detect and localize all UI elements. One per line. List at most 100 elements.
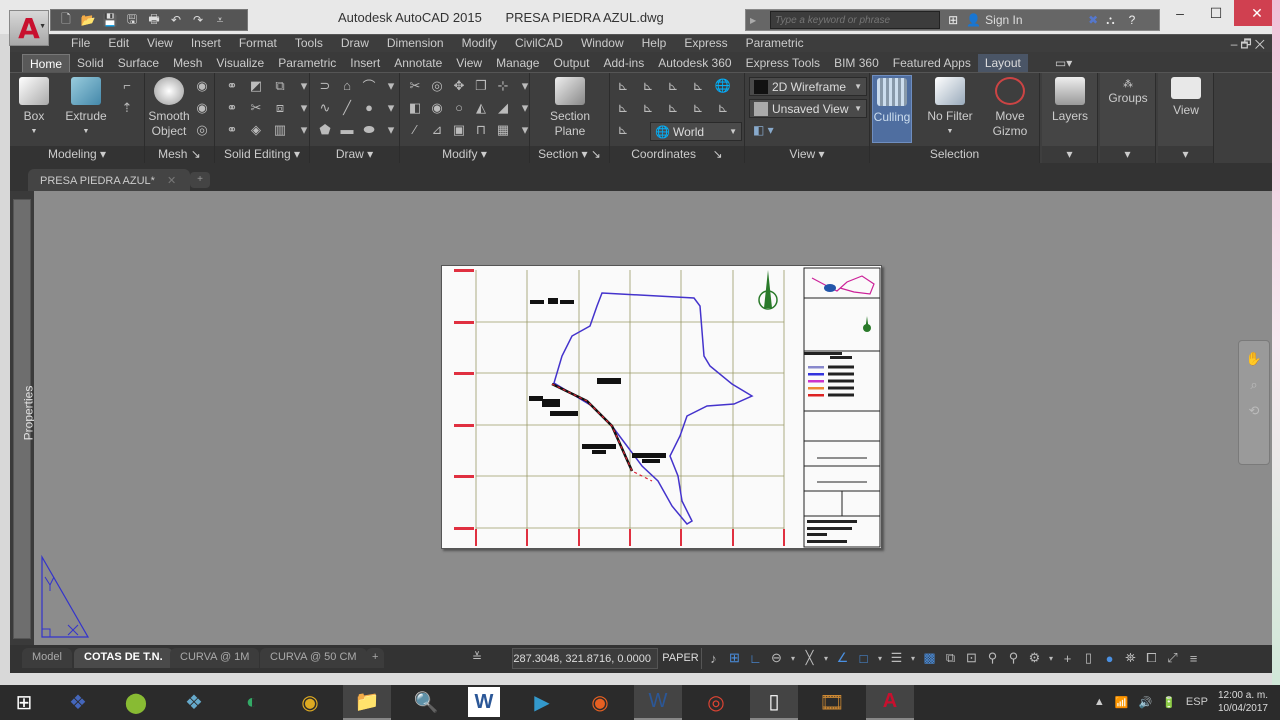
taskbar-firefox-icon[interactable]: ◉ xyxy=(576,685,624,720)
polyline-icon[interactable]: ⊃ xyxy=(316,77,334,94)
panel-title-solid-editing[interactable]: Solid Editing ▾ xyxy=(215,146,309,163)
taskbar-chrome-icon[interactable]: ◎ xyxy=(692,685,740,720)
groups-expand-icon[interactable]: ▾ xyxy=(1100,146,1155,163)
offset-edge-icon[interactable]: ⧉ xyxy=(271,77,289,94)
extract-edges-icon[interactable]: ◩ xyxy=(247,77,265,94)
annotation-monitor-icon[interactable]: + xyxy=(1060,651,1075,666)
polygon-icon[interactable]: ⬟ xyxy=(316,121,334,138)
hardware-acceleration-icon[interactable]: ⛯ xyxy=(1123,650,1138,666)
binoculars-icon[interactable]: ⊞ xyxy=(948,13,958,27)
network-icon[interactable]: 📶 xyxy=(1115,696,1129,709)
dropdown-icon[interactable]: ▾ xyxy=(823,654,829,663)
menu-tools[interactable]: Tools xyxy=(286,36,332,50)
lineweight-icon[interactable]: ☰ xyxy=(889,650,904,666)
orbit-icon[interactable]: ⟲ xyxy=(1239,403,1269,419)
isodraft-icon[interactable]: ╳ xyxy=(802,650,817,666)
visual-style-dropdown[interactable]: 2D Wireframe ▼ xyxy=(749,77,867,96)
array-icon[interactable]: ▦ xyxy=(494,121,512,138)
trim-icon[interactable]: ✂ xyxy=(406,77,424,94)
line-icon[interactable]: ╱ xyxy=(338,99,356,116)
dropdown-icon[interactable]: ▾ xyxy=(910,654,916,663)
language-indicator[interactable]: ESP xyxy=(1186,696,1208,708)
new-tab-button[interactable]: + xyxy=(190,172,210,188)
layout-tab-curva-1m[interactable]: CURVA @ 1M xyxy=(170,648,260,668)
exchange-apps-icon[interactable]: ✖ xyxy=(1088,13,1098,27)
help-icon[interactable]: ? xyxy=(1129,13,1136,27)
layers-button[interactable]: Layers xyxy=(1046,77,1094,124)
panel-title-mesh[interactable]: Mesh ↘ xyxy=(145,146,214,163)
subtract-icon[interactable]: ⚭ xyxy=(223,99,241,116)
smooth-object-button[interactable]: Smooth Object xyxy=(147,77,191,139)
copy-icon[interactable]: ❐ xyxy=(472,77,490,94)
start-button[interactable]: ⊞ xyxy=(0,685,48,720)
menu-parametric[interactable]: Parametric xyxy=(737,36,813,50)
tab-bim-360[interactable]: BIM 360 xyxy=(827,54,886,72)
panel-title-coordinates[interactable]: Coordinates ↘ xyxy=(610,146,744,163)
navigation-bar[interactable]: ✋ ⌕ ⟲ xyxy=(1238,340,1270,465)
erase-icon[interactable]: ∕ xyxy=(406,121,424,138)
taskbar-file-explorer-icon[interactable]: 📁 xyxy=(343,685,391,720)
open-folder-icon[interactable]: 📂 xyxy=(79,13,97,27)
layout-menu-icon[interactable]: ≚ xyxy=(472,650,482,664)
ucs-icon[interactable]: ⊾ xyxy=(614,77,632,94)
ucs-previous-icon[interactable]: ⊾ xyxy=(639,99,657,116)
save-as-icon[interactable]: 🖫 xyxy=(123,10,141,31)
add-layout-button[interactable]: + xyxy=(366,648,385,668)
tab-annotate[interactable]: Annotate xyxy=(387,54,449,72)
panel-groups[interactable]: ⁂ Groups ▾ xyxy=(1100,73,1156,163)
properties-palette[interactable]: Properties xyxy=(10,191,35,645)
ucs-view-icon[interactable]: ⊾ xyxy=(639,77,657,94)
panel-title-selection[interactable]: Selection xyxy=(870,146,1039,163)
offset-icon[interactable]: ⊓ xyxy=(472,121,490,138)
tab-layout[interactable]: Layout xyxy=(977,54,1028,72)
pan-icon[interactable]: ✋ xyxy=(1239,351,1269,367)
rotate-icon[interactable]: ○ xyxy=(450,99,468,116)
tab-view[interactable]: View xyxy=(449,54,489,72)
auto-scale-icon[interactable]: ⚲ xyxy=(1006,650,1021,666)
taskbar-app-globe-icon[interactable]: ◐ xyxy=(228,685,276,720)
ucs-3point-icon[interactable]: ⊾ xyxy=(689,99,707,116)
hatch-icon[interactable]: ⌂ xyxy=(338,77,356,94)
ucs-icon-properties[interactable]: ⊾ xyxy=(614,121,632,138)
viewport-config-icon[interactable]: ◧ ▾ xyxy=(753,123,774,137)
close-tab-icon[interactable]: ✕ xyxy=(167,175,176,187)
ucs-zaxis-icon[interactable]: ⊾ xyxy=(714,99,732,116)
customize-qat-icon[interactable]: ⩡ xyxy=(211,13,229,28)
menu-file[interactable]: File xyxy=(62,36,99,50)
tab-insert[interactable]: Insert xyxy=(343,54,387,72)
explode-icon[interactable]: ⊹ xyxy=(494,77,512,94)
zoom-icon[interactable]: ⌕ xyxy=(1239,377,1269,393)
search-input[interactable] xyxy=(770,11,941,29)
menu-express[interactable]: Express xyxy=(675,36,736,50)
taskbar-app-sketchup-icon[interactable]: ❖ xyxy=(170,685,218,720)
align3d-icon[interactable]: ◉ xyxy=(428,99,446,116)
culling-button[interactable]: Culling xyxy=(872,75,912,143)
sign-in-button[interactable]: Sign In xyxy=(985,13,1080,27)
tab-featured-apps[interactable]: Featured Apps xyxy=(886,54,978,72)
taskbar-app-media-icon[interactable]: ◉ xyxy=(286,685,334,720)
tab-solid[interactable]: Solid xyxy=(70,54,111,72)
spline-icon[interactable]: ∿ xyxy=(316,99,334,116)
rotate3d-icon[interactable]: ◎ xyxy=(428,77,446,94)
separate-icon[interactable]: ▥ xyxy=(271,121,289,138)
taskbar-blank-document-icon[interactable]: ▯ xyxy=(750,685,798,720)
panel-title-modify[interactable]: Modify ▾ xyxy=(400,146,529,163)
dropdown-icon[interactable]: ▾ xyxy=(382,99,400,116)
polar-icon[interactable]: ⊖ xyxy=(769,650,784,666)
presspull-icon[interactable]: ⇡ xyxy=(118,99,136,116)
application-menu-button[interactable]: A ▼ xyxy=(9,10,49,46)
no-filter-button[interactable]: No Filter ▼ xyxy=(922,77,978,139)
polysolid-icon[interactable]: ⌐ xyxy=(118,77,136,94)
transparency-icon[interactable]: ▩ xyxy=(922,650,937,666)
panel-title-view[interactable]: View ▾ xyxy=(745,146,869,163)
layers-expand-icon[interactable]: ▾ xyxy=(1042,146,1097,163)
paper-space-toggle[interactable]: PAPER xyxy=(660,648,702,669)
view-expand-icon[interactable]: ▾ xyxy=(1158,146,1213,163)
box-button[interactable]: Box ▼ xyxy=(18,77,50,139)
volume-icon[interactable]: 🔊 xyxy=(1139,696,1153,709)
smooth-less-icon[interactable]: ◉ xyxy=(193,99,211,116)
customization-icon[interactable]: ≡ xyxy=(1186,651,1201,666)
panel-title-section[interactable]: Section ▾ ↘ xyxy=(530,146,609,163)
ucs-world-icon[interactable]: 🌐 xyxy=(714,77,732,94)
quick-view-icon[interactable]: ♪ xyxy=(706,651,721,666)
